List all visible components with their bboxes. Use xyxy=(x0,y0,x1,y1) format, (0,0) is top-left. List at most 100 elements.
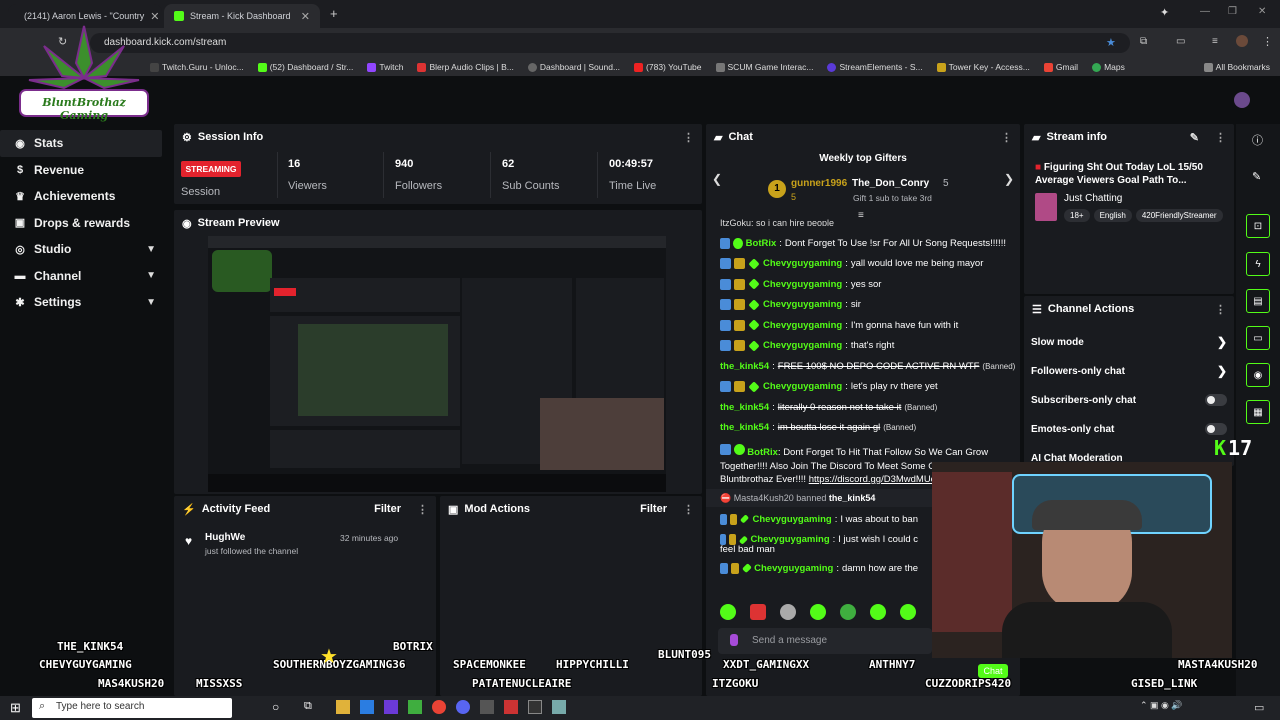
bookmark-item[interactable]: Gmail xyxy=(1043,62,1078,72)
gifter-name[interactable]: The_Don_Conry xyxy=(852,178,929,189)
subscribers-only-toggle[interactable] xyxy=(1205,394,1227,406)
all-bookmarks[interactable]: All Bookmarks xyxy=(1203,62,1270,72)
emote-icon[interactable] xyxy=(900,604,916,620)
layout-icon[interactable]: ▦ xyxy=(1246,400,1270,424)
sidebar-item-studio[interactable]: ◎ Studio ▼ xyxy=(0,236,170,263)
emote-icon[interactable] xyxy=(870,604,886,620)
activity-user[interactable]: HughWe xyxy=(205,532,245,543)
broadcast-icon[interactable]: ◉ xyxy=(1246,363,1270,387)
more-options-icon[interactable]: ⋮ xyxy=(1001,131,1012,144)
extensions-icon[interactable]: ⧉ xyxy=(1140,36,1147,47)
new-tab-button[interactable]: + xyxy=(330,6,338,21)
microphone-icon[interactable] xyxy=(730,634,738,646)
followers-only-row[interactable]: Followers-only chat ❯ xyxy=(1031,364,1227,378)
emote-icon[interactable] xyxy=(720,604,736,620)
subscribers-only-row[interactable]: Subscribers-only chat xyxy=(1031,394,1227,406)
bookmark-item[interactable]: Twitch xyxy=(367,62,403,72)
profile-avatar[interactable] xyxy=(1236,35,1248,47)
chat-username[interactable]: Chevyguygaming xyxy=(753,513,832,526)
chrome-icon[interactable] xyxy=(432,700,446,714)
gifter-name[interactable]: gunner1996 xyxy=(791,178,847,189)
clip-icon[interactable]: ⊡ xyxy=(1246,214,1270,238)
minimize-button[interactable]: — xyxy=(1200,6,1210,17)
info-icon[interactable]: ⓘ xyxy=(1252,132,1263,148)
expand-icon[interactable]: ≡ xyxy=(858,210,864,221)
bookmark-item[interactable]: Tower Key - Access... xyxy=(936,62,1030,72)
tag-chip[interactable]: 18+ xyxy=(1064,209,1090,222)
ban-target[interactable]: the_kink54 xyxy=(829,493,876,503)
cortana-icon[interactable]: ○ xyxy=(272,700,279,714)
category-thumbnail[interactable] xyxy=(1035,193,1057,221)
emotes-only-toggle[interactable] xyxy=(1205,423,1227,435)
sidebar-item-drops[interactable]: ▣ Drops & rewards xyxy=(0,210,170,237)
emote-icon[interactable] xyxy=(840,604,856,620)
stream-preview-video[interactable] xyxy=(208,236,666,492)
sidebar-item-revenue[interactable]: $ Revenue xyxy=(0,157,170,184)
emote-icon[interactable] xyxy=(810,604,826,620)
bookmark-item[interactable]: Blerp Audio Clips | B... xyxy=(417,62,514,72)
app-icon[interactable] xyxy=(384,700,398,714)
app-icon[interactable] xyxy=(480,700,494,714)
bookmark-item[interactable]: (783) YouTube xyxy=(634,62,702,72)
chat-username[interactable]: BotRix xyxy=(746,237,777,250)
chat-username[interactable]: Chevyguygaming xyxy=(763,278,842,291)
sidebar-item-stats[interactable]: ◉ Stats xyxy=(0,130,162,157)
more-options-icon[interactable]: ⋮ xyxy=(417,503,428,516)
chat-username[interactable]: Chevyguygaming xyxy=(763,257,842,270)
edit-pencil-icon[interactable]: ✎ xyxy=(1252,170,1261,183)
close-window-button[interactable]: ✕ xyxy=(1258,6,1266,17)
mail-icon[interactable] xyxy=(360,700,374,714)
discord-icon[interactable] xyxy=(456,700,470,714)
tag-chip[interactable]: English xyxy=(1093,209,1132,222)
close-tab-icon[interactable]: ✕ xyxy=(301,10,310,23)
url-input[interactable]: dashboard.kick.com/stream xyxy=(90,33,1130,53)
extensions-sparkle-icon[interactable]: ✦ xyxy=(1160,6,1169,19)
bookmark-item[interactable]: Twitch.Guru - Unloc... xyxy=(150,62,244,72)
bookmark-item[interactable]: StreamElements - S... xyxy=(827,62,923,72)
chat-username[interactable]: Chevyguygaming xyxy=(763,298,842,311)
sidebar-item-achievements[interactable]: ♛ Achievements xyxy=(0,183,170,210)
ban-mod[interactable]: Masta4Kush20 xyxy=(734,493,794,503)
system-tray[interactable]: ⌃ ▣ ◉ 🔊 xyxy=(1140,700,1183,711)
emote-icon[interactable] xyxy=(780,604,796,620)
chat-username[interactable]: the_kink54 xyxy=(720,401,769,414)
bookmark-item[interactable]: (52) Dashboard / Str... xyxy=(257,62,353,72)
bookmark-item[interactable]: Dashboard | Sound... xyxy=(527,62,620,72)
cast-icon[interactable]: ▭ xyxy=(1176,36,1185,47)
chevron-right-icon[interactable]: ❯ xyxy=(1004,172,1014,186)
notification-icon[interactable]: ▭ xyxy=(1254,701,1264,714)
chat-username[interactable]: the_kink54 xyxy=(720,421,769,434)
taskbar-search-input[interactable]: ⌕ Type here to search xyxy=(32,698,232,718)
document-icon[interactable]: ▤ xyxy=(1246,289,1270,313)
filter-button[interactable]: Filter xyxy=(640,503,667,515)
chat-send-button[interactable]: Chat xyxy=(978,664,1008,678)
maximize-button[interactable]: ❐ xyxy=(1228,6,1237,17)
slow-mode-row[interactable]: Slow mode ❯ xyxy=(1031,335,1227,349)
bookmark-item[interactable]: SCUM Game Interac... xyxy=(715,62,813,72)
app-icon[interactable] xyxy=(552,700,566,714)
file-explorer-icon[interactable] xyxy=(336,700,350,714)
chat-username[interactable]: Chevyguygaming xyxy=(763,380,842,393)
more-options-icon[interactable]: ⋮ xyxy=(683,131,694,144)
windows-start-icon[interactable]: ⊞ xyxy=(10,700,21,716)
tab-search-icon[interactable]: ≡ xyxy=(1212,36,1218,47)
browser-tab-kick[interactable]: Stream - Kick Dashboard ✕ xyxy=(164,4,320,28)
chat-username[interactable]: Chevyguygaming xyxy=(763,339,842,352)
task-view-icon[interactable]: ⧉ xyxy=(304,700,312,713)
emote-icon[interactable] xyxy=(750,604,766,620)
sidebar-item-settings[interactable]: ✱ Settings ▼ xyxy=(0,289,170,316)
filter-button[interactable]: Filter xyxy=(374,503,401,515)
chat-username[interactable]: the_kink54 xyxy=(720,360,769,373)
chat-bubble-icon[interactable]: ▭ xyxy=(1246,326,1270,350)
browser-menu-icon[interactable]: ⋮ xyxy=(1262,35,1273,48)
obs-icon[interactable] xyxy=(528,700,542,714)
chevron-left-icon[interactable]: ❮ xyxy=(712,172,722,186)
chat-username[interactable]: BotRix xyxy=(747,447,778,458)
more-options-icon[interactable]: ⋮ xyxy=(683,503,694,516)
more-options-icon[interactable]: ⋮ xyxy=(1215,131,1226,144)
app-icon[interactable] xyxy=(408,700,422,714)
chat-username[interactable]: Chevyguygaming xyxy=(763,319,842,332)
chat-input[interactable]: Send a message xyxy=(718,628,932,654)
profile-avatar[interactable] xyxy=(1234,92,1250,108)
bolt-icon[interactable]: ϟ xyxy=(1246,252,1270,276)
